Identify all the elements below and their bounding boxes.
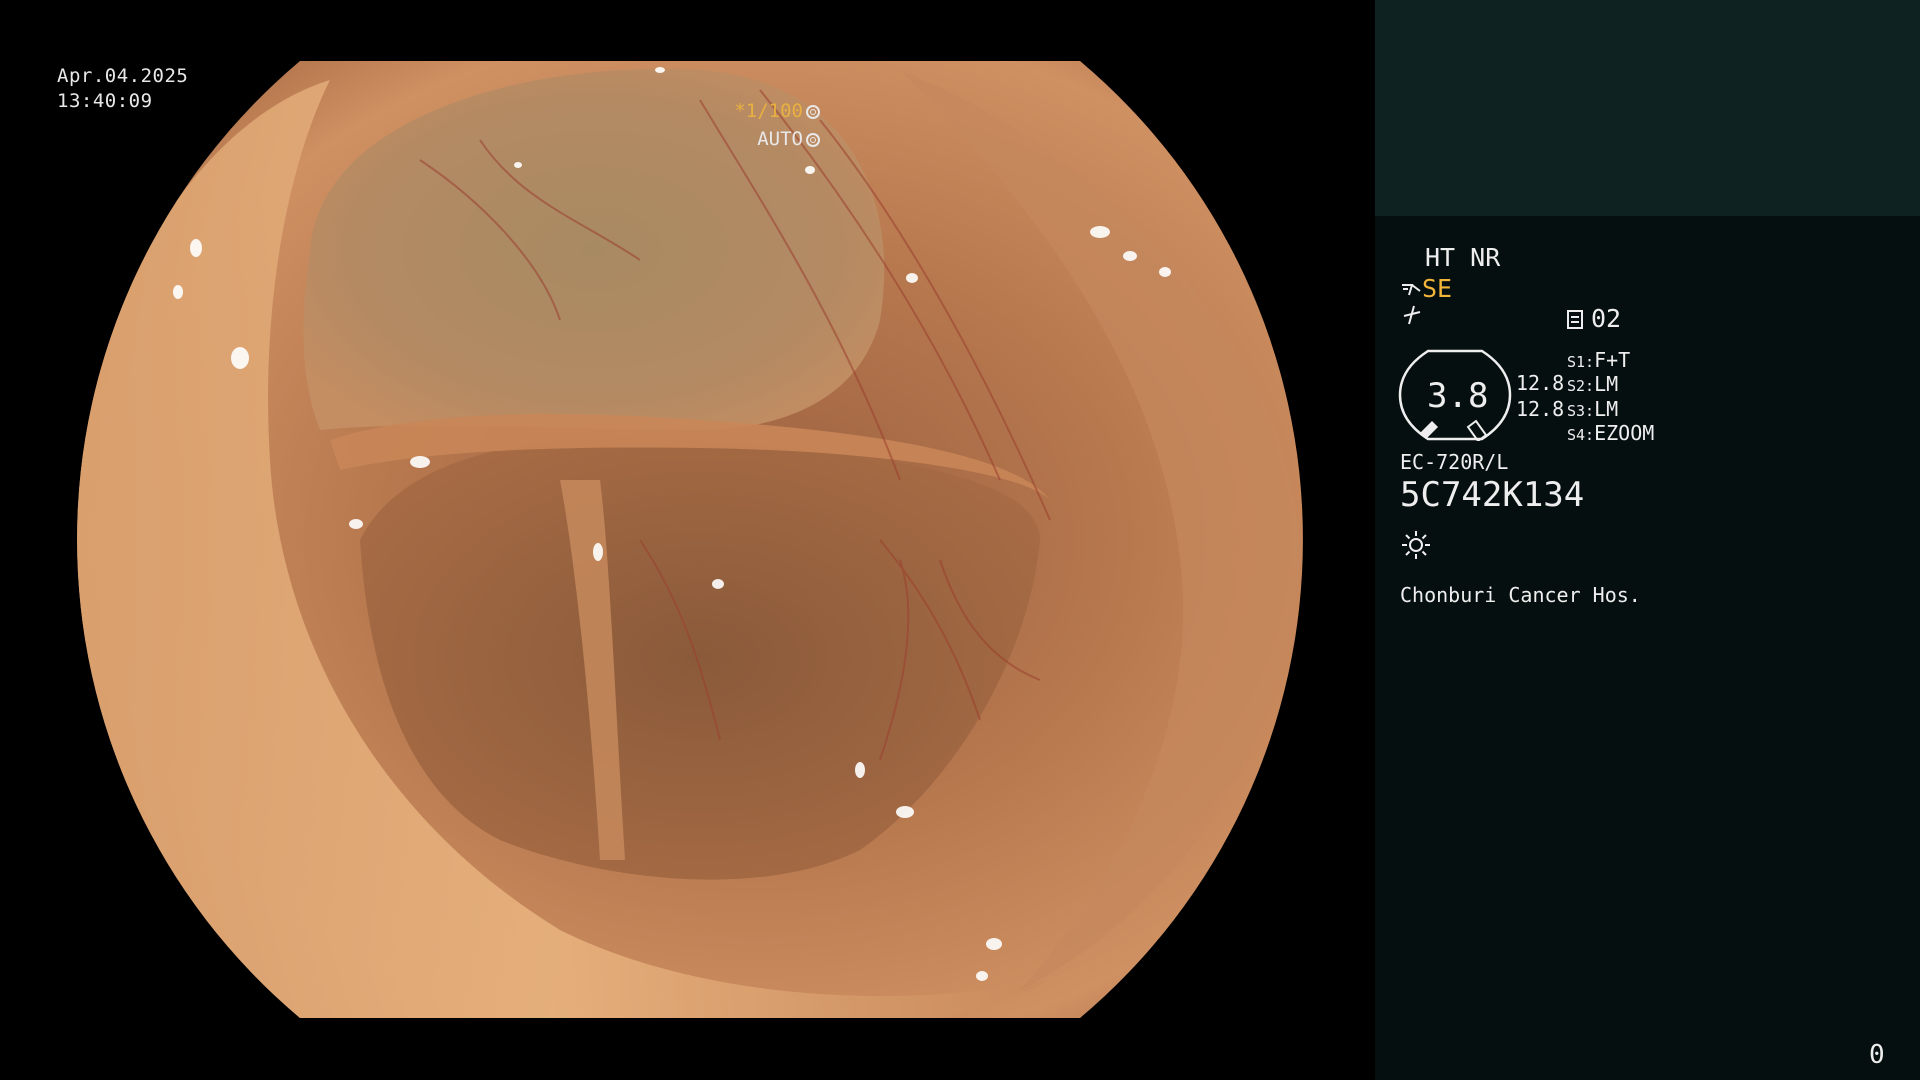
se-label: SE: [1422, 274, 1453, 303]
frame-counter: 0: [1869, 1040, 1885, 1070]
gain-bottom: 12.8: [1516, 397, 1565, 421]
endoscopy-monitor: Apr.04.2025 13:40:09 *1/100 AUTO HT NR S…: [0, 0, 1920, 1080]
switch-s2: S2:LM: [1567, 372, 1618, 396]
scope-model: EC-720R/L: [1400, 450, 1509, 474]
light-source-icon: [1402, 531, 1430, 559]
endoscopic-image: Apr.04.2025 13:40:09 *1/100 AUTO: [0, 0, 1374, 1080]
document-icon: [1567, 310, 1583, 329]
gain-top: 12.8: [1516, 371, 1565, 395]
switch-value: EZOOM: [1594, 421, 1655, 445]
colon-lumen-image: [77, 61, 1303, 1018]
switch-s4: S4:EZOOM: [1567, 421, 1654, 445]
date-text: Apr.04.2025: [57, 65, 189, 87]
structure-enhance-row: SE: [1400, 274, 1452, 303]
time-text: 13:40:09: [57, 90, 153, 112]
switch-s1: S1:F+T: [1567, 348, 1630, 372]
switch-label: S4:: [1567, 426, 1595, 444]
record-value: 02: [1591, 304, 1622, 333]
mode-ht-nr: HT NR: [1425, 243, 1501, 272]
hospital-name: Chonburi Cancer Hos.: [1400, 583, 1641, 607]
iris-indicator: AUTO: [757, 128, 820, 150]
aperture-icon: [806, 105, 820, 119]
scope-serial: 5C742K134: [1400, 475, 1585, 515]
switch-value: LM: [1594, 397, 1619, 421]
switch-value: F+T: [1594, 348, 1631, 372]
switch-label: S3:: [1567, 402, 1595, 420]
structure-enhance-icon: [1402, 284, 1421, 296]
info-panel-header: [1375, 0, 1920, 216]
record-count: 02: [1567, 304, 1621, 333]
date-time-display: Apr.04.2025 13:40:09: [57, 64, 188, 114]
iris-mode: AUTO: [757, 128, 803, 150]
shutter-indicator: *1/100: [734, 100, 820, 122]
iris-icon: [806, 133, 820, 147]
info-panel: HT NR SE 02 3.8 12.8 12.8 S1:F+T S2:LM S…: [1375, 0, 1920, 1080]
freeze-icon: [1402, 304, 1422, 332]
switch-label: S1:: [1567, 353, 1595, 371]
switch-value: LM: [1594, 372, 1619, 396]
shutter-value: *1/100: [734, 100, 803, 122]
switch-label: S2:: [1567, 377, 1595, 395]
dial-value: 3.8: [1427, 376, 1489, 416]
switch-s3: S3:LM: [1567, 397, 1618, 421]
